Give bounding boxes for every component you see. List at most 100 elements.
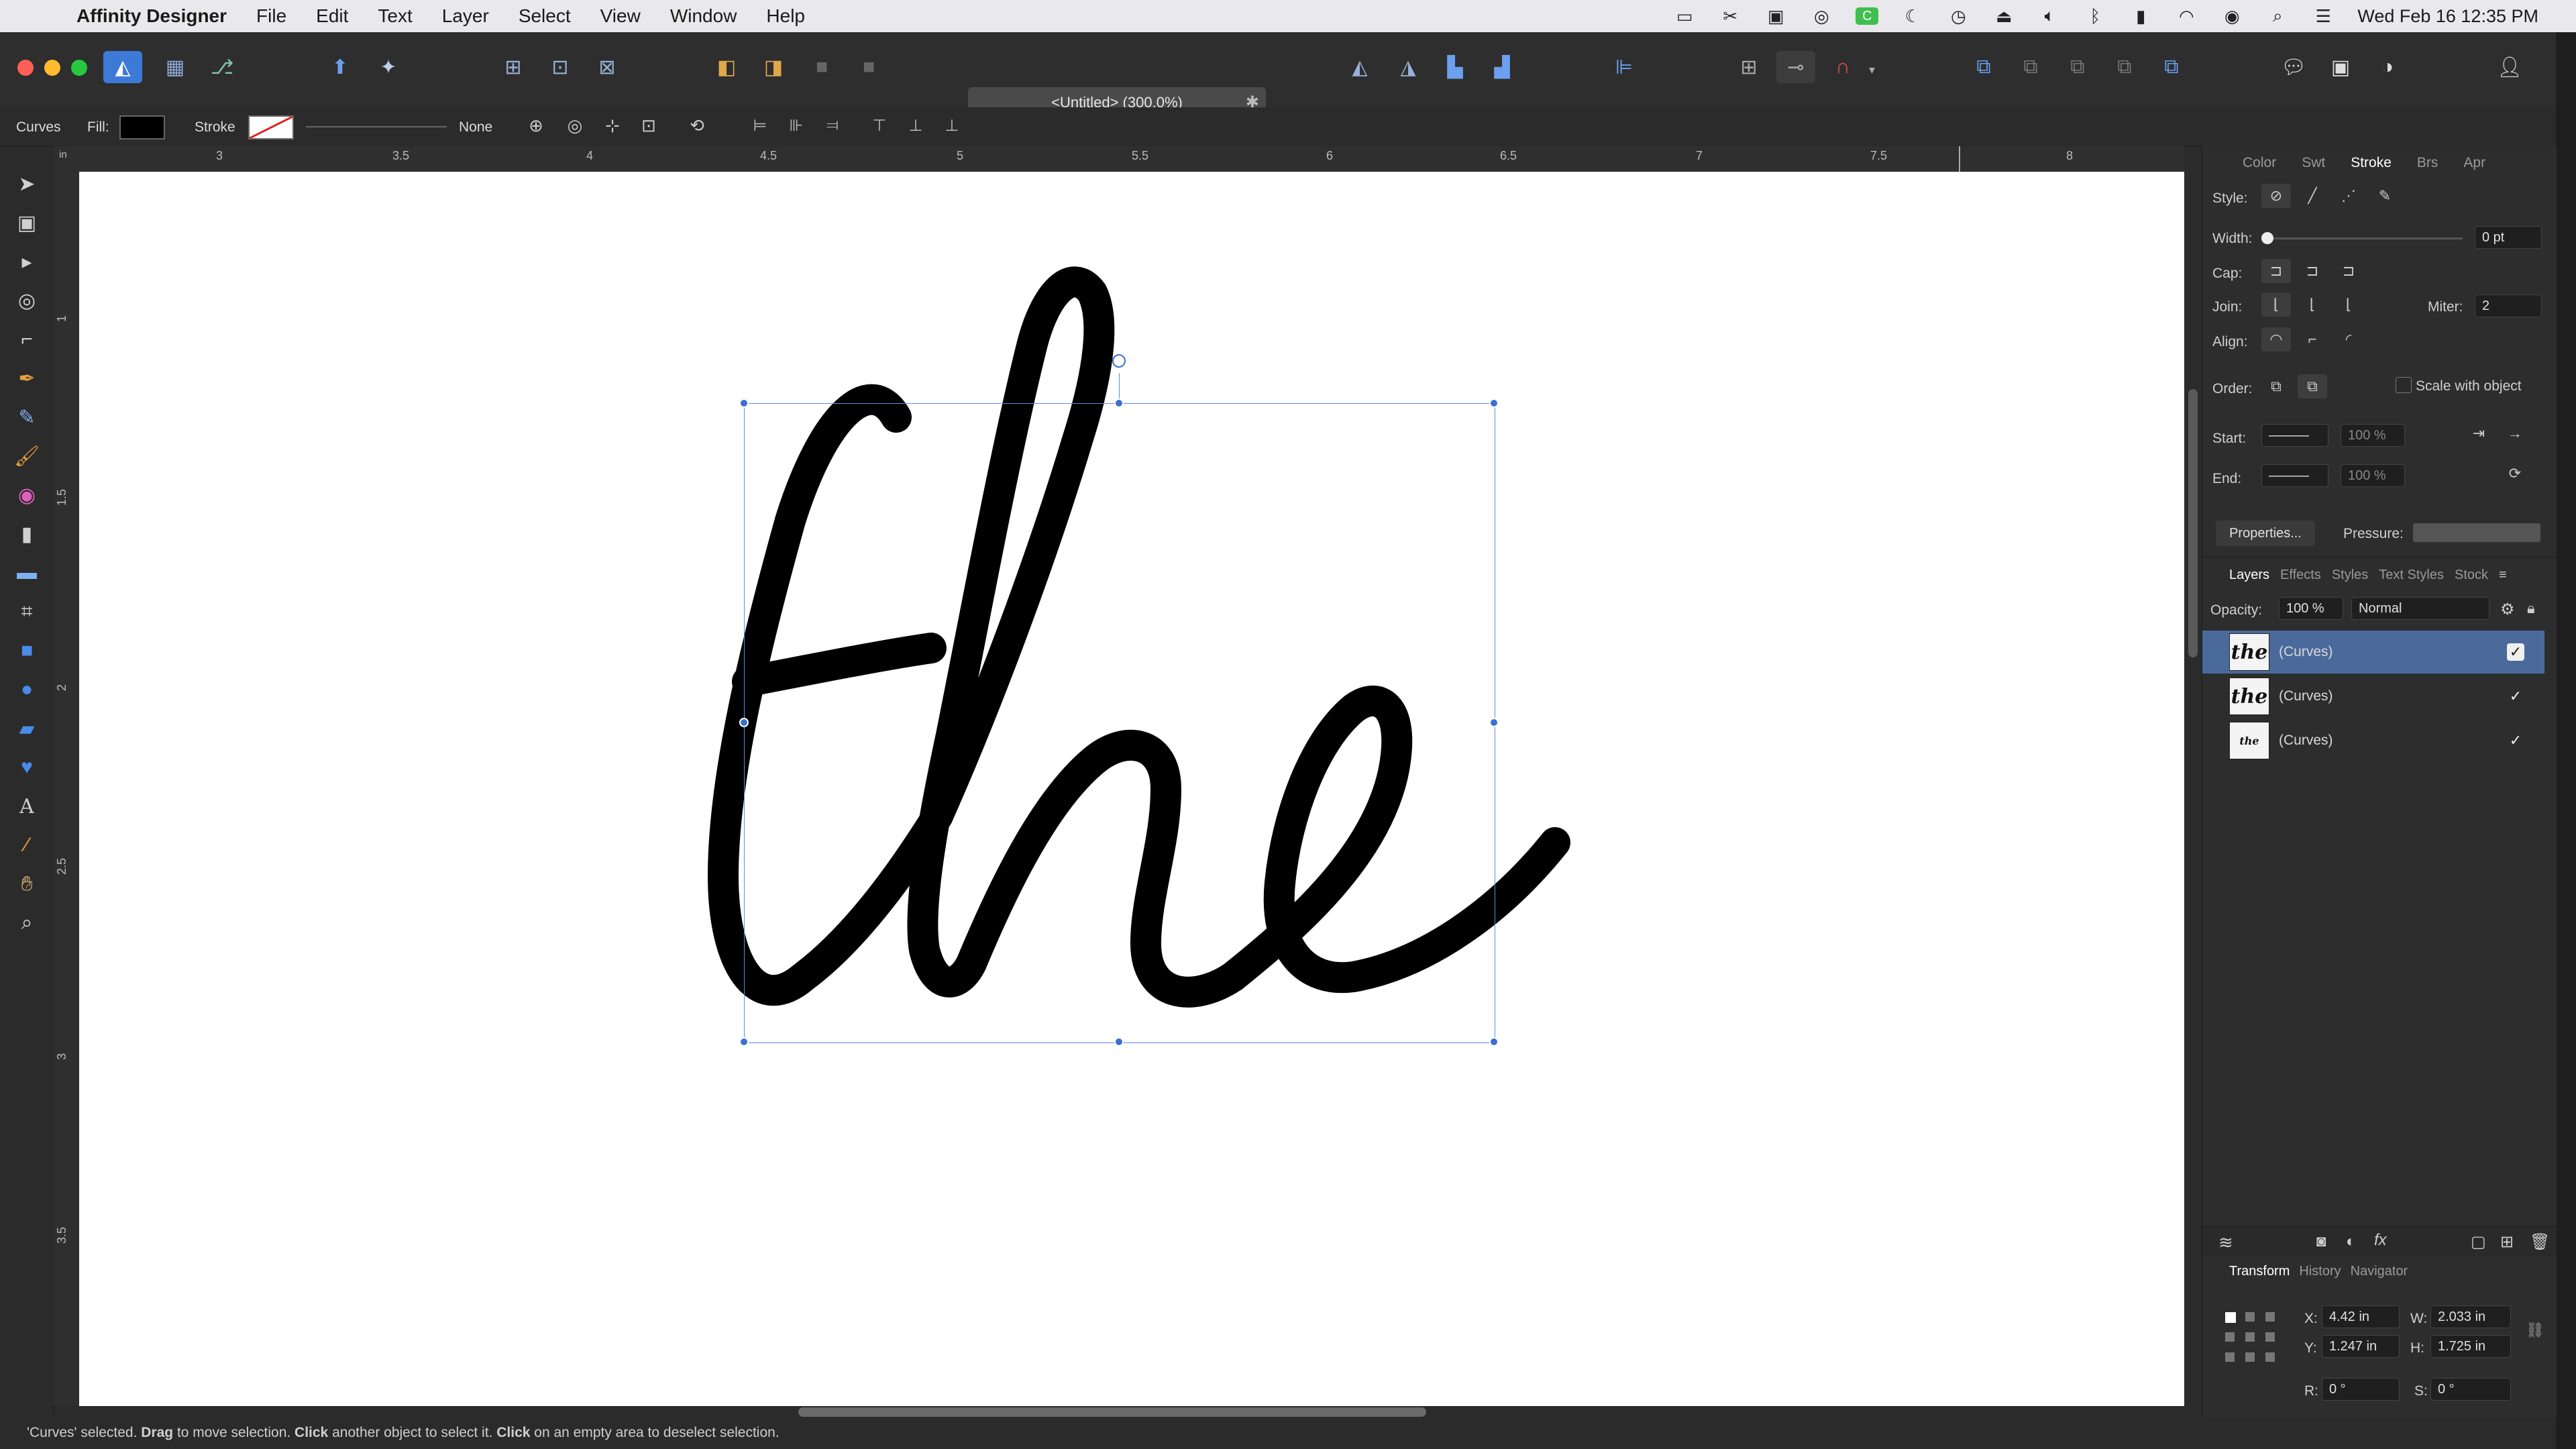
rotate-right-icon[interactable]: ▟ bbox=[1483, 51, 1521, 83]
solid-line-style-icon[interactable]: ╱ bbox=[2298, 184, 2327, 208]
stroke-width-slider[interactable] bbox=[306, 126, 447, 127]
scale-with-object-checkbox[interactable] bbox=[2396, 377, 2412, 393]
anchor-point-selector[interactable] bbox=[2225, 1312, 2276, 1363]
menu-edit[interactable]: Edit bbox=[316, 5, 348, 27]
align-icon[interactable]: ⊫ bbox=[1605, 51, 1644, 83]
miter-join-icon[interactable]: ⌊ bbox=[2261, 292, 2291, 317]
bounding-box-icon[interactable]: ⊡ bbox=[633, 111, 664, 140]
anchor-point[interactable] bbox=[2265, 1312, 2275, 1322]
lock-icon[interactable]: 🔒︎ bbox=[2527, 600, 2535, 617]
boolean-add-icon[interactable]: ⧉ bbox=[1964, 51, 2003, 83]
stroke-behind-fill-icon[interactable]: ⧉ bbox=[2261, 374, 2291, 398]
fx-icon[interactable]: fx bbox=[2374, 1231, 2387, 1250]
tab-effects[interactable]: Effects bbox=[2280, 568, 2321, 583]
h-field[interactable]: 1.725 in bbox=[2430, 1335, 2511, 1358]
tab-stroke[interactable]: Stroke bbox=[2351, 155, 2392, 171]
menu-window[interactable]: Window bbox=[670, 5, 737, 27]
y-field[interactable]: 1.247 in bbox=[2322, 1335, 2400, 1358]
pressure-curve-preview[interactable] bbox=[2413, 523, 2540, 542]
color-wheel-icon[interactable]: ◑ bbox=[2368, 51, 2407, 83]
creative-cloud-icon[interactable]: ◎ bbox=[1810, 6, 1833, 26]
volume-icon[interactable]: 🔈︎ bbox=[2038, 5, 2061, 25]
arrange-top-icon[interactable]: ■ bbox=[849, 51, 888, 83]
menu-app-name[interactable]: Affinity Designer bbox=[76, 5, 227, 27]
fill-tool-icon[interactable]: ◉ bbox=[8, 479, 46, 511]
layer-settings-gear-icon[interactable]: ⚙ bbox=[2500, 600, 2515, 619]
display-icon[interactable]: ▭ bbox=[1673, 6, 1696, 26]
color-picker-tool-icon[interactable]: ⁄ bbox=[8, 829, 46, 861]
delete-layer-icon[interactable]: 🗑︎ bbox=[2530, 1232, 2550, 1252]
wifi-icon[interactable]: ◠ bbox=[2175, 6, 2198, 26]
layer-row[interactable]: the (Curves) ✓ bbox=[2202, 631, 2544, 674]
spotlight-icon[interactable]: ⌕ bbox=[2266, 5, 2289, 25]
minimize-window-button[interactable] bbox=[44, 60, 60, 76]
pixel-persona-icon[interactable]: ▦ bbox=[156, 51, 195, 83]
rotation-handle[interactable] bbox=[1112, 354, 1126, 368]
arrowhead-beyond-end-icon[interactable]: → bbox=[2500, 421, 2530, 445]
target-icon[interactable]: ⊕ bbox=[521, 111, 551, 140]
tools-icon[interactable]: ✂ bbox=[1719, 6, 1741, 26]
blend-mode-dropdown[interactable]: Normal bbox=[2351, 597, 2489, 620]
round-join-icon[interactable]: ⌊ bbox=[2298, 292, 2327, 317]
snapping-dropdown-icon[interactable]: ▾ bbox=[1869, 63, 1875, 77]
tab-brushes[interactable]: Brs bbox=[2417, 155, 2438, 171]
contour-tool-icon[interactable]: ◎ bbox=[8, 284, 46, 317]
pen-tool-icon[interactable]: ✒ bbox=[8, 362, 46, 394]
x-field[interactable]: 4.42 in bbox=[2322, 1305, 2400, 1328]
ellipse-tool-icon[interactable]: ● bbox=[8, 674, 46, 706]
menu-select[interactable]: Select bbox=[519, 5, 571, 27]
fill-swatch[interactable] bbox=[119, 115, 165, 140]
corner-tool-icon[interactable]: ⌐ bbox=[8, 323, 46, 356]
width-slider-thumb[interactable] bbox=[2261, 232, 2273, 244]
export-persona-icon[interactable]: ⎇ bbox=[203, 51, 241, 83]
selection-handle-top-left[interactable] bbox=[739, 398, 749, 408]
node-tool-icon[interactable]: ▸ bbox=[8, 246, 46, 278]
snap-options-icon[interactable]: ⊡ bbox=[541, 51, 580, 83]
control-center-icon[interactable]: ☰ bbox=[2312, 6, 2334, 26]
stroke-front-fill-icon[interactable]: ⧉ bbox=[2298, 374, 2327, 398]
stroke-swatch[interactable] bbox=[248, 115, 294, 140]
designer-persona-icon[interactable]: ◭ bbox=[103, 51, 142, 83]
layer-row[interactable]: the (Curves) ✓ bbox=[2202, 675, 2544, 718]
anchor-point[interactable] bbox=[2265, 1352, 2275, 1362]
document-page[interactable]: the bbox=[79, 172, 2184, 1406]
tab-swatches[interactable]: Swt bbox=[2302, 155, 2325, 171]
moon-icon[interactable]: ☾ bbox=[1901, 6, 1924, 26]
hand-tool-icon[interactable]: ✋︎ bbox=[8, 868, 46, 900]
menu-text[interactable]: Text bbox=[378, 5, 412, 27]
vertical-scrollbar[interactable] bbox=[2188, 389, 2198, 657]
text-tool-icon[interactable]: A bbox=[8, 790, 46, 822]
link-icon[interactable]: ⛓︎ bbox=[2526, 1322, 2544, 1339]
transparency-tool-icon[interactable]: ▮ bbox=[8, 518, 46, 550]
selection-handle-left[interactable] bbox=[739, 718, 749, 727]
share-icon[interactable]: ⬆ bbox=[321, 51, 360, 83]
texture-line-style-icon[interactable]: ✎ bbox=[2370, 184, 2400, 208]
menu-view[interactable]: View bbox=[600, 5, 641, 27]
horizontal-scrollbar[interactable] bbox=[798, 1407, 1426, 1417]
flip-vertical-icon[interactable]: ◮ bbox=[1389, 51, 1428, 83]
snapping-icon[interactable]: ⊸ bbox=[1776, 51, 1815, 83]
tab-history[interactable]: History bbox=[2299, 1264, 2341, 1279]
no-stroke-style-icon[interactable]: ⊘ bbox=[2261, 184, 2291, 208]
align-top-icon[interactable]: ⊤ bbox=[864, 111, 895, 140]
rounded-rectangle-tool-icon[interactable]: ▰ bbox=[8, 712, 46, 745]
round-cap-icon[interactable]: ⊐ bbox=[2298, 259, 2327, 283]
snap-icon[interactable]: ⊞ bbox=[494, 51, 533, 83]
selection-handle-top-right[interactable] bbox=[1489, 398, 1499, 408]
place-image-tool-icon[interactable]: ▬ bbox=[8, 557, 46, 589]
heart-shape-tool-icon[interactable]: ♥ bbox=[8, 751, 46, 784]
rotate-left-icon[interactable]: ▙ bbox=[1436, 51, 1474, 83]
mask-icon[interactable]: ◙ bbox=[2316, 1232, 2326, 1251]
layer-visibility-checkbox[interactable]: ✓ bbox=[2507, 688, 2524, 705]
crop-tool-icon[interactable]: ⌗ bbox=[8, 596, 46, 628]
boolean-divide-icon[interactable]: ⧉ bbox=[2152, 51, 2191, 83]
arrange-forward-icon[interactable]: ◨ bbox=[754, 51, 793, 83]
w-field[interactable]: 2.033 in bbox=[2430, 1305, 2511, 1328]
selection-handle-bottom[interactable] bbox=[1114, 1037, 1124, 1046]
anchor-point[interactable] bbox=[2245, 1352, 2255, 1362]
start-arrowhead-dropdown[interactable]: ——— bbox=[2261, 424, 2328, 447]
tab-navigator[interactable]: Navigator bbox=[2351, 1264, 2408, 1279]
layer-visibility-checkbox[interactable]: ✓ bbox=[2507, 643, 2524, 661]
boolean-subtract-icon[interactable]: ⧉ bbox=[2011, 51, 2050, 83]
zoom-window-button[interactable] bbox=[71, 60, 87, 76]
